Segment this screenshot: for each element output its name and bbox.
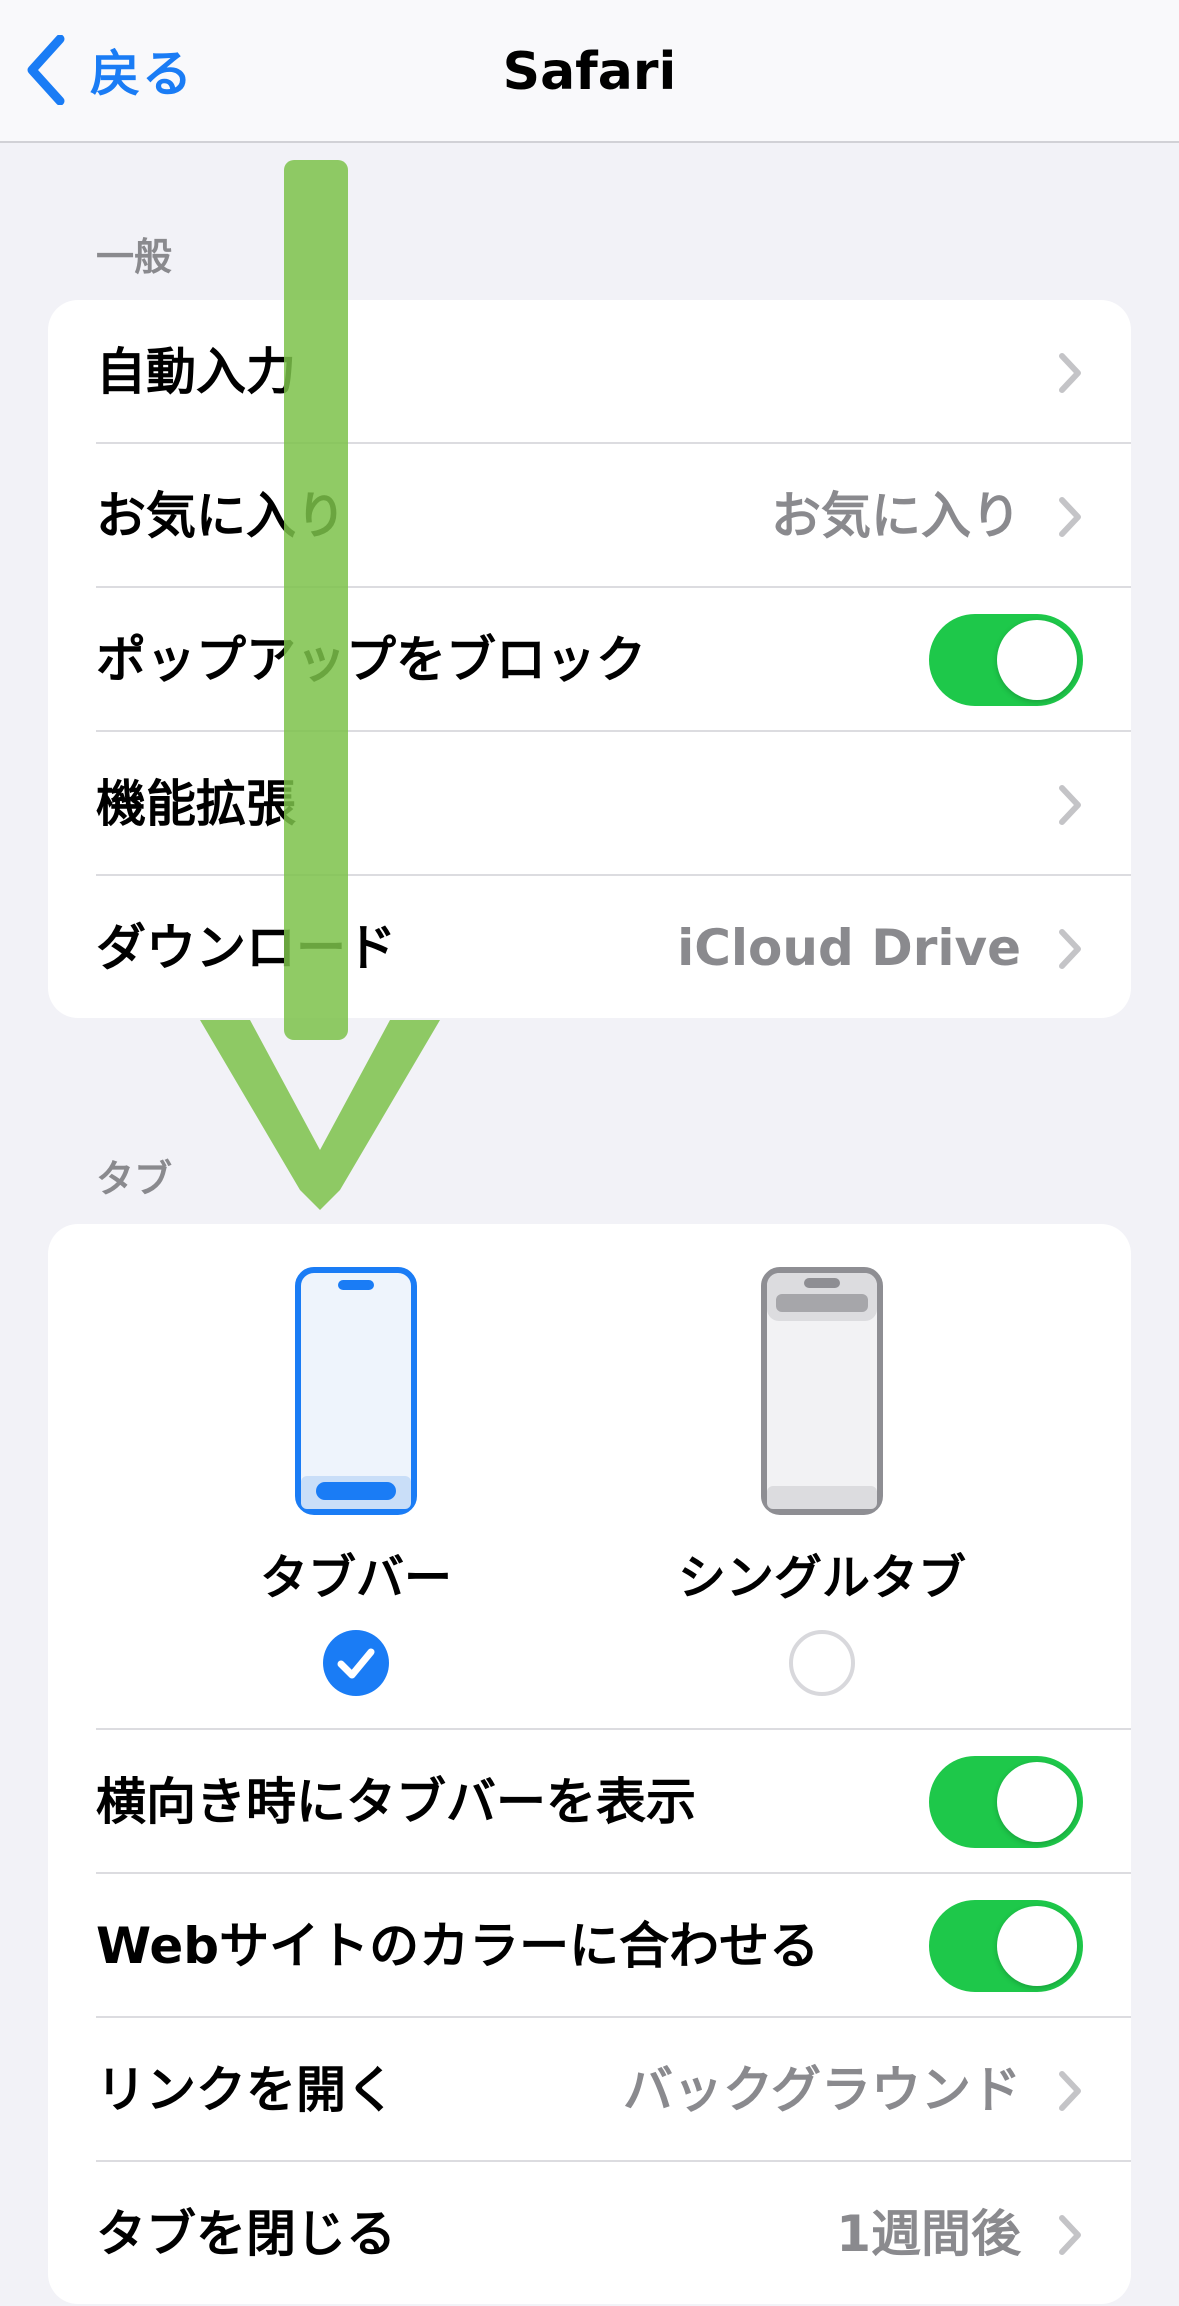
page-title: Safari (502, 42, 677, 102)
row-label: ダウンロード (96, 919, 396, 977)
landscape-tab-bar-toggle[interactable] (929, 1756, 1083, 1848)
tab-bar-option[interactable]: タブバー (236, 1266, 476, 1698)
row-label: 横向き時にタブバーを表示 (96, 1773, 696, 1831)
row-autofill[interactable]: 自動入力 (48, 300, 1131, 444)
chevron-right-icon (1059, 497, 1081, 537)
single-tab-option[interactable]: シングルタブ (672, 1266, 972, 1698)
row-label: リンクを開く (96, 2061, 396, 2119)
phone-single-tab-icon (761, 1267, 883, 1515)
row-label: タブを閉じる (96, 2205, 396, 2263)
row-favorites[interactable]: お気に入り お気に入り (48, 444, 1131, 588)
checkmark-selected-icon (323, 1630, 389, 1696)
section-header-tabs: タブ (96, 1157, 173, 1201)
row-block-popups: ポップアップをブロック (48, 588, 1131, 732)
row-value: 1週間後 (836, 2205, 1021, 2263)
toggle-knob (997, 1906, 1077, 1986)
row-label: お気に入り (96, 487, 346, 545)
section-header-general: 一般 (96, 235, 173, 279)
row-downloads[interactable]: ダウンロード iCloud Drive (48, 876, 1131, 1020)
row-extensions[interactable]: 機能拡張 (48, 732, 1131, 876)
row-label: 機能拡張 (96, 775, 296, 833)
chevron-right-icon (1059, 929, 1081, 969)
row-label: ポップアップをブロック (96, 631, 646, 689)
row-close-tabs[interactable]: タブを閉じる 1週間後 (48, 2162, 1131, 2306)
row-value: iCloud Drive (677, 919, 1021, 977)
row-open-links[interactable]: リンクを開く バックグラウンド (48, 2018, 1131, 2162)
single-tab-label: シングルタブ (677, 1550, 966, 1606)
website-tinting-toggle[interactable] (929, 1900, 1083, 1992)
radio-unselected-icon (789, 1630, 855, 1696)
toggle-knob (997, 1762, 1077, 1842)
navigation-bar: 戻る Safari (0, 0, 1179, 143)
row-value: バックグラウンド (623, 2061, 1021, 2119)
chevron-right-icon (1059, 2215, 1081, 2255)
row-label: 自動入力 (96, 343, 296, 401)
block-popups-toggle[interactable] (929, 614, 1083, 706)
toggle-knob (997, 620, 1077, 700)
chevron-right-icon (1059, 2071, 1081, 2111)
chevron-right-icon (1059, 353, 1081, 393)
row-value: お気に入り (771, 487, 1021, 545)
chevron-right-icon (1059, 785, 1081, 825)
row-website-tinting: Webサイトのカラーに合わせる (48, 1874, 1131, 2018)
row-landscape-tab-bar: 横向き時にタブバーを表示 (48, 1730, 1131, 1874)
phone-tab-bar-icon (295, 1267, 417, 1515)
row-label: Webサイトのカラーに合わせる (96, 1917, 820, 1975)
tab-bar-label: タブバー (259, 1550, 452, 1606)
